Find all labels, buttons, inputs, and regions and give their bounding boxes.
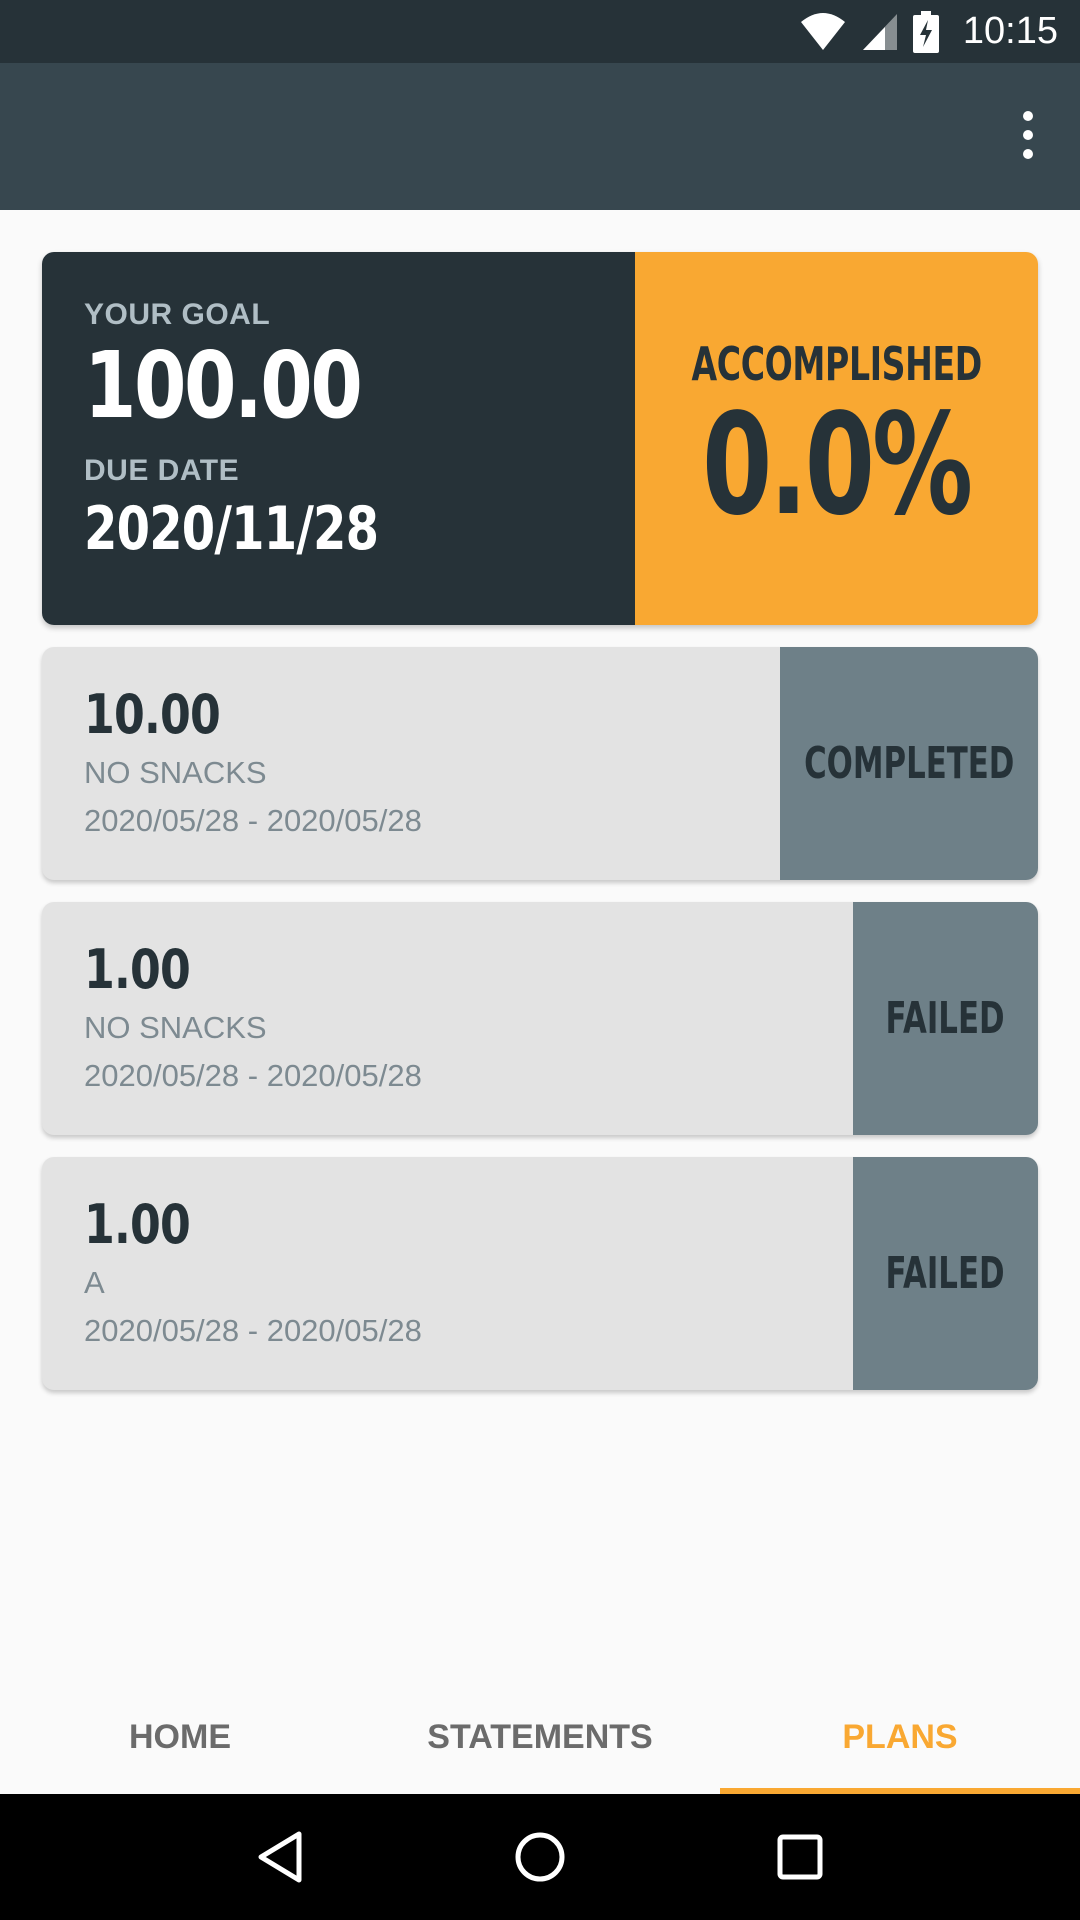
back-icon[interactable] [240,1817,320,1897]
plan-dates: 2020/05/28 - 2020/05/28 [84,803,422,838]
cell-signal-icon [861,12,899,52]
plan-amount: 1.00 [84,938,191,1001]
navigation-bar [0,1794,1080,1920]
goal-label: YOUR GOAL [84,298,271,331]
tab-statements[interactable]: STATEMENTS [360,1680,720,1794]
plan-info: 10.00 NO SNACKS 2020/05/28 - 2020/05/28 [84,683,422,839]
home-icon[interactable] [500,1817,580,1897]
plan-status-badge: FAILED [853,902,1038,1135]
status-bar: 10:15 [0,0,1080,63]
goal-card: YOUR GOAL 100.00 DUE DATE 2020/11/28 ACC… [42,252,1038,625]
plan-status-badge: COMPLETED [780,647,1038,880]
plan-card[interactable]: 1.00 A 2020/05/28 - 2020/05/28 FAILED [42,1157,1038,1390]
plan-amount: 10.00 [84,683,221,746]
recents-icon[interactable] [760,1817,840,1897]
plan-status-label: COMPLETED [803,738,1015,789]
wifi-icon [799,12,847,52]
plan-card[interactable]: 1.00 NO SNACKS 2020/05/28 - 2020/05/28 F… [42,902,1038,1135]
plan-amount: 1.00 [84,1193,191,1256]
tab-plans-label: PLANS [842,1717,958,1756]
tab-bar: HOME STATEMENTS PLANS [0,1680,1080,1794]
accomplished-label: ACCOMPLISHED [691,336,982,391]
plan-status-label: FAILED [885,1248,1006,1299]
screen: 10:15 YOUR GOAL 100.00 DUE DATE 2020/11/… [0,0,1080,1920]
plan-info: 1.00 NO SNACKS 2020/05/28 - 2020/05/28 [84,938,422,1094]
plan-dates: 2020/05/28 - 2020/05/28 [84,1313,422,1348]
plan-status-label: FAILED [885,993,1006,1044]
goal-amount: 100.00 [84,332,363,439]
more-vert-icon[interactable] [996,103,1060,167]
plan-card[interactable]: 10.00 NO SNACKS 2020/05/28 - 2020/05/28 … [42,647,1038,880]
tab-home[interactable]: HOME [0,1680,360,1794]
status-time: 10:15 [962,10,1058,52]
app-bar [0,63,1080,210]
plan-status-badge: FAILED [853,1157,1038,1390]
tab-plans[interactable]: PLANS [720,1680,1080,1794]
plan-name: NO SNACKS [84,755,267,790]
plan-dates: 2020/05/28 - 2020/05/28 [84,1058,422,1093]
plan-name: NO SNACKS [84,1010,267,1045]
accomplished-value: 0.0% [702,383,973,547]
plan-info: 1.00 A 2020/05/28 - 2020/05/28 [84,1193,422,1349]
plan-name: A [84,1265,105,1300]
goal-details: YOUR GOAL 100.00 DUE DATE 2020/11/28 [42,252,635,625]
battery-charging-icon [912,10,939,53]
due-date: 2020/11/28 [84,494,379,564]
due-date-label: DUE DATE [84,454,240,487]
accomplished-panel: ACCOMPLISHED 0.0% [634,252,1038,625]
